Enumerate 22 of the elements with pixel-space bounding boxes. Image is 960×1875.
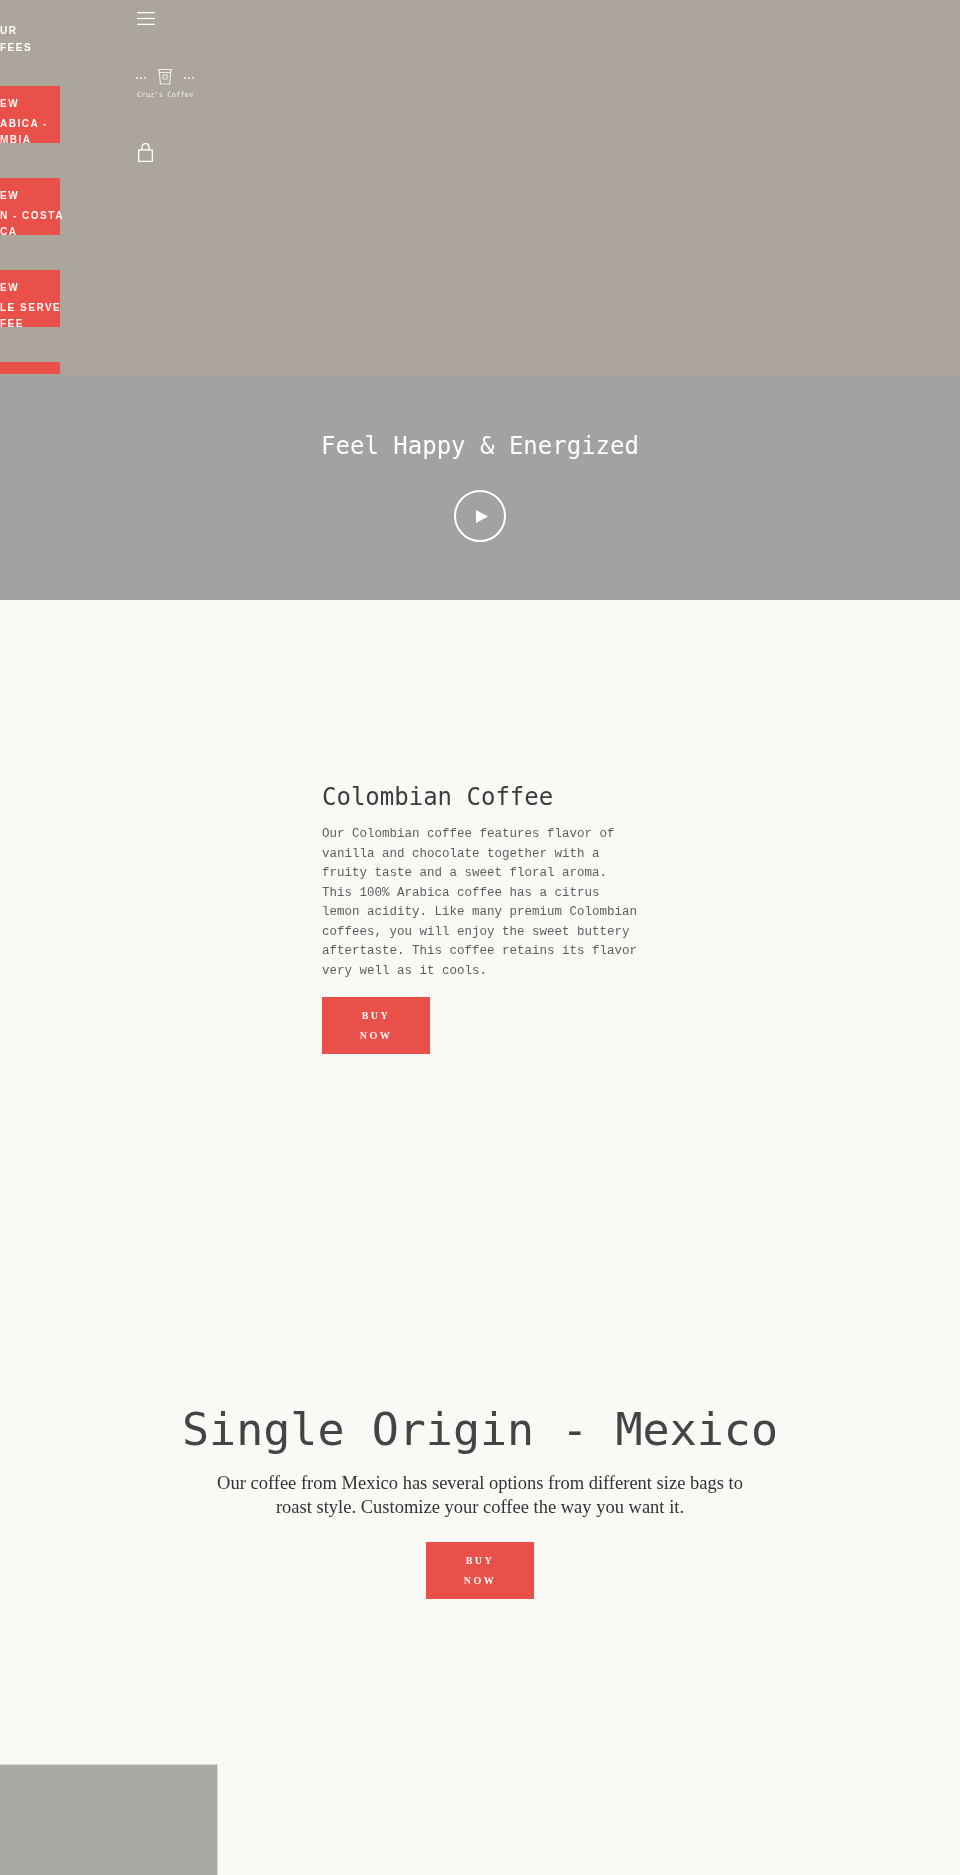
section-heading: Single Origin - Mexico — [182, 1403, 778, 1457]
card-background[interactable] — [0, 178, 60, 235]
view-link[interactable]: EW — [0, 270, 20, 296]
card-title: ABICA - MBIA — [0, 117, 48, 147]
card-title: N - COSTA CA — [0, 209, 64, 239]
section-text: Our Colombian coffee features flavor of vanilla and chocolate together with a fruity taste and a sweet floral aroma. This 100% Arabica coffee has a citrus lemon acidity. Like many premium Colombian coffees, you will enjoy the sweet buttery aftertaste. This coffee retains its flavor very well as it cools. — [322, 826, 639, 980]
buy-now-button[interactable]: BUY NOW — [426, 1542, 534, 1599]
video-title: Feel Happy & Energized — [321, 431, 639, 461]
card-background[interactable] — [0, 270, 60, 327]
card-title: LE SERVE FEE — [0, 301, 62, 331]
section-text: Our coffee from Mexico has several options from different size bags to roast style. Customize your coffee the way you want it. — [216, 1472, 744, 1519]
play-icon — [475, 509, 488, 523]
buy-now-button[interactable]: BUY NOW — [322, 997, 430, 1054]
shopping-bag-icon[interactable] — [138, 143, 153, 162]
menu-icon[interactable] — [137, 12, 155, 25]
play-button[interactable] — [454, 490, 506, 542]
section-heading: Colombian Coffee — [322, 782, 555, 812]
view-link[interactable]: EW — [0, 86, 20, 112]
sidebar-heading: UR FEES — [0, 24, 33, 55]
card-background[interactable] — [0, 86, 60, 143]
cup-logo-icon[interactable] — [136, 68, 194, 85]
view-link[interactable]: EW — [0, 178, 20, 204]
